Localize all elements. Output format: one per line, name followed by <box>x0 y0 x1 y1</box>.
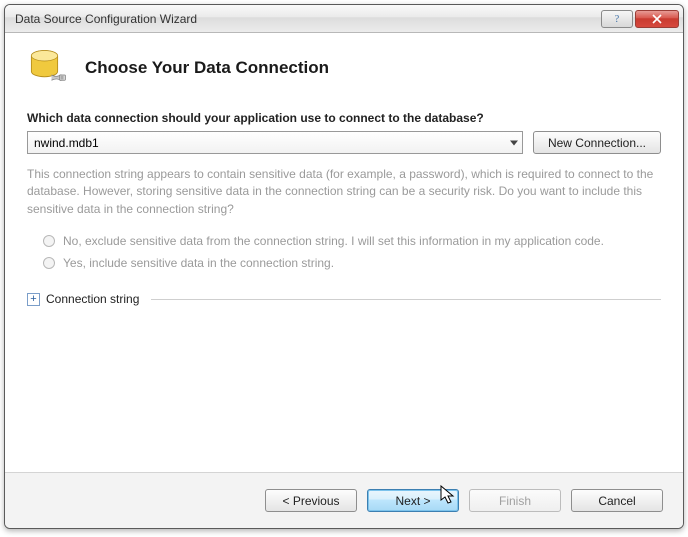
prompt-label: Which data connection should your applic… <box>27 111 661 125</box>
database-icon <box>27 47 69 89</box>
titlebar[interactable]: Data Source Configuration Wizard ? <box>5 5 683 33</box>
connection-selected: nwind.mdb1 <box>34 136 99 150</box>
radio-icon <box>43 235 55 247</box>
cancel-button[interactable]: Cancel <box>571 489 663 512</box>
help-button[interactable]: ? <box>601 10 633 28</box>
window-title: Data Source Configuration Wizard <box>15 12 599 26</box>
cancel-label: Cancel <box>598 494 635 508</box>
new-connection-label: New Connection... <box>548 136 646 150</box>
plus-icon: + <box>27 293 40 306</box>
finish-label: Finish <box>499 494 531 508</box>
radio-include: Yes, include sensitive data in the conne… <box>43 256 661 270</box>
close-button[interactable] <box>635 10 679 28</box>
radio-exclude-label: No, exclude sensitive data from the conn… <box>63 234 604 248</box>
divider <box>151 299 661 300</box>
new-connection-button[interactable]: New Connection... <box>533 131 661 154</box>
previous-label: < Previous <box>282 494 339 508</box>
connection-dropdown[interactable]: nwind.mdb1 <box>27 131 523 154</box>
next-label: Next > <box>395 494 430 508</box>
page-heading: Choose Your Data Connection <box>85 58 329 78</box>
connection-string-expander[interactable]: + Connection string <box>27 292 661 306</box>
close-icon <box>652 14 662 24</box>
content-area: Choose Your Data Connection Which data c… <box>5 33 683 472</box>
help-icon: ? <box>612 14 622 24</box>
chevron-down-icon <box>510 140 518 145</box>
sensitive-info-text: This connection string appears to contai… <box>27 166 661 218</box>
header-row: Choose Your Data Connection <box>27 47 661 89</box>
radio-include-label: Yes, include sensitive data in the conne… <box>63 256 334 270</box>
wizard-dialog: Data Source Configuration Wizard ? Choos… <box>4 4 684 529</box>
previous-button[interactable]: < Previous <box>265 489 357 512</box>
next-button[interactable]: Next > <box>367 489 459 512</box>
expander-label: Connection string <box>46 292 139 306</box>
connection-row: nwind.mdb1 New Connection... <box>27 131 661 154</box>
radio-icon <box>43 257 55 269</box>
svg-text:?: ? <box>615 14 620 24</box>
radio-exclude: No, exclude sensitive data from the conn… <box>43 234 661 248</box>
finish-button: Finish <box>469 489 561 512</box>
footer-bar: < Previous Next > Finish Cancel <box>5 472 683 528</box>
